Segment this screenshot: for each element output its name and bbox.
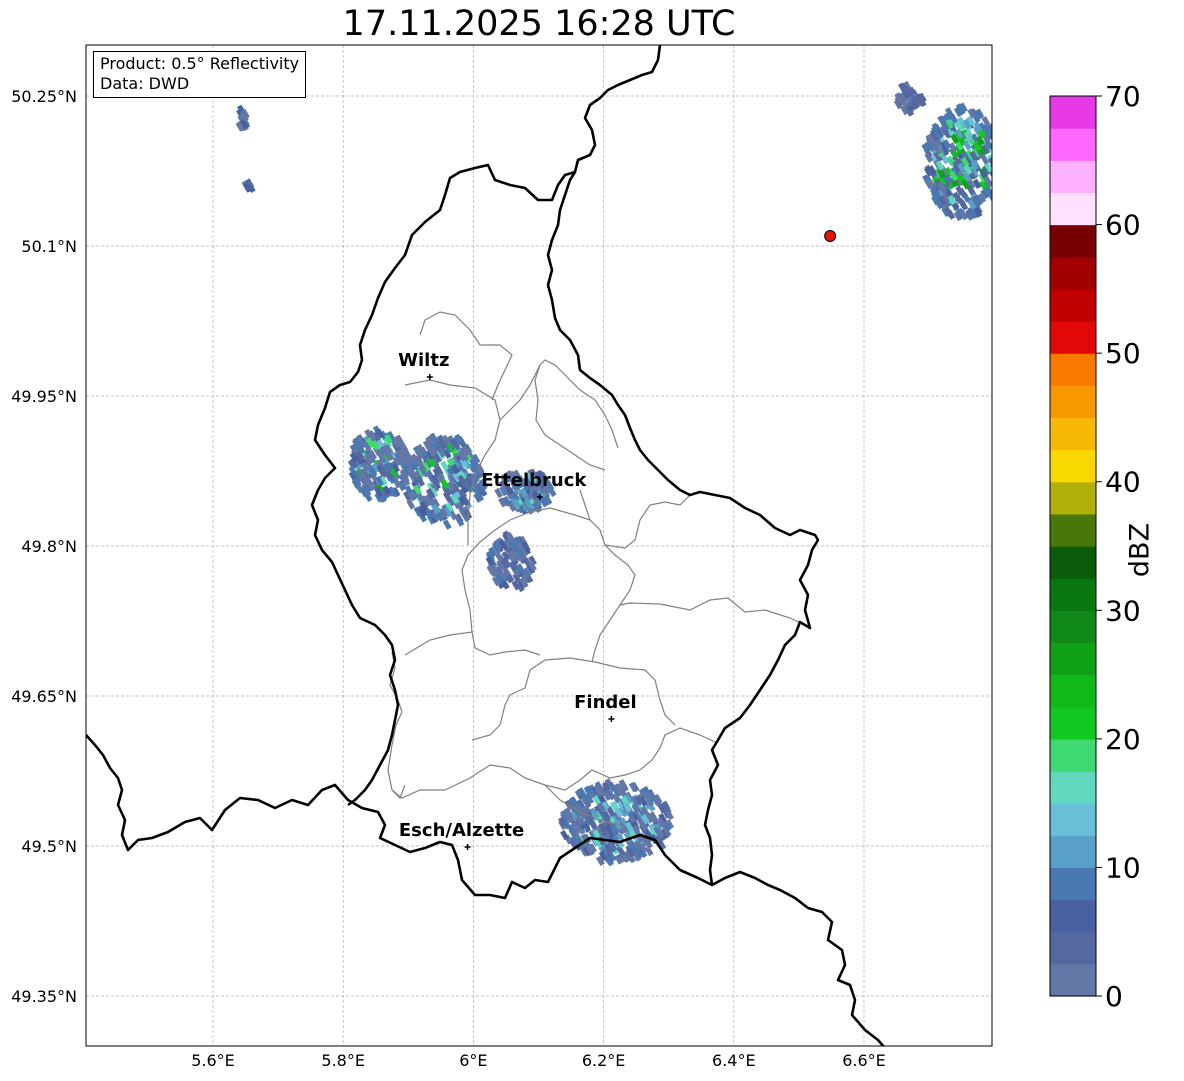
colorbar-label: dBZ	[1124, 522, 1156, 578]
lat-tick-label: 49.35°N	[11, 987, 77, 1006]
lon-tick-label: 6.4°E	[712, 1051, 756, 1070]
city-eschalzette: Esch/Alzette	[399, 820, 524, 850]
echo-pixel	[994, 157, 1003, 167]
lon-tick-label: 5.6°E	[191, 1051, 235, 1070]
city-label: Findel	[574, 692, 637, 713]
echo-pixel	[991, 173, 992, 184]
lat-tick-label: 49.8°N	[21, 537, 77, 556]
lat-tick-label: 49.5°N	[21, 837, 77, 856]
lat-tick-label: 50.1°N	[21, 237, 77, 256]
echo-pixel	[995, 164, 1004, 174]
plot-frame	[85, 44, 993, 1047]
lat-tick-label: 49.95°N	[11, 387, 77, 406]
echo-pixel	[993, 174, 1002, 184]
echo-pixel	[442, 519, 452, 530]
product-info-box: Product: 0.5° Reflectivity Data: DWD	[93, 51, 307, 98]
lon-tick-label: 6°E	[459, 1051, 487, 1070]
grid-lines	[86, 45, 992, 1046]
lon-tick-label: 5.8°E	[321, 1051, 365, 1070]
city-label: Ettelbruck	[481, 470, 587, 491]
lon-tick-label: 6.2°E	[582, 1051, 626, 1070]
radar-site-marker	[824, 230, 837, 242]
lat-tick-label: 50.25°N	[11, 87, 77, 106]
city-findel: Findel	[574, 692, 637, 722]
canton-borders	[387, 311, 806, 836]
lat-tick-label: 49.65°N	[11, 687, 77, 706]
city-markers: Wiltz Ettelbruck Findel Esch/Alzette	[398, 350, 637, 850]
lon-tick-label: 6.6°E	[842, 1051, 886, 1070]
product-label: Product: 0.5° Reflectivity	[100, 54, 300, 73]
radar-map: 5.6°E 5.8°E 6°E 6.2°E 6.4°E 6.6°E 50.25°N 50.1°…	[11, 44, 1004, 1070]
city-label: Wiltz	[398, 350, 449, 371]
data-source-label: Data: DWD	[100, 74, 190, 93]
country-borders	[86, 45, 885, 1046]
radar-site-dot	[824, 230, 837, 242]
radar-echoes	[235, 80, 1004, 867]
axis-tick-labels: 5.6°E 5.8°E 6°E 6.2°E 6.4°E 6.6°E 50.25°N 50.1°…	[11, 87, 886, 1070]
city-label: Esch/Alzette	[399, 820, 524, 841]
city-wiltz: Wiltz	[398, 350, 449, 380]
